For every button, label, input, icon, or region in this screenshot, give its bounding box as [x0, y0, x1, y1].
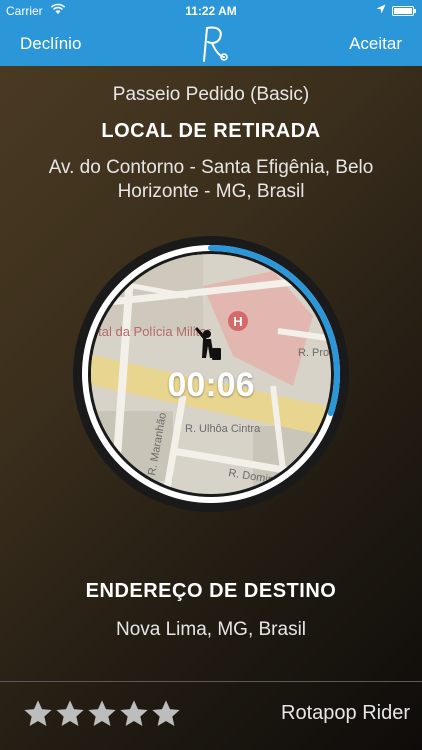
countdown-timer[interactable]: H pital da Polícia Militar R. Prof. R. U… [73, 236, 349, 512]
destination-address: Nova Lima, MG, Brasil [115, 619, 307, 640]
destination-title: ENDEREÇO DE DESTINO [85, 580, 337, 602]
star-icon [120, 700, 148, 727]
star-icon [152, 700, 180, 727]
nav-bar: Declínio Aceitar [0, 22, 422, 66]
location-arrow-icon [376, 4, 386, 14]
pickup-title: LOCAL DE RETIRADA [101, 120, 321, 142]
accept-button[interactable]: Aceitar [349, 34, 402, 54]
decline-button[interactable]: Declínio [20, 34, 81, 54]
svg-text:H: H [233, 314, 242, 329]
star-icon [88, 700, 116, 727]
timer-countdown-text: 00:06 [167, 366, 255, 404]
ride-request-panel: Passeio Pedido (Basic) LOCAL DE RETIRADA… [0, 66, 422, 750]
divider [0, 681, 422, 682]
status-bar: Carrier 11:22 AM [0, 0, 422, 22]
map-label-poi: pital da Polícia Militar [88, 324, 211, 339]
star-icon [56, 700, 84, 727]
rotapop-logo-icon [203, 26, 228, 62]
ride-type-label: Passeio Pedido (Basic) [112, 84, 310, 105]
star-icon [24, 700, 52, 727]
status-time: 11:22 AM [185, 4, 237, 18]
battery-icon [392, 6, 416, 16]
rider-rating [24, 700, 180, 728]
pickup-address: Av. do Contorno - Santa Efigênia, Belo H… [48, 157, 374, 202]
map-label-street2: R. Ulhôa Cintra [185, 423, 261, 435]
rider-name: Rotapop Rider [281, 702, 410, 724]
